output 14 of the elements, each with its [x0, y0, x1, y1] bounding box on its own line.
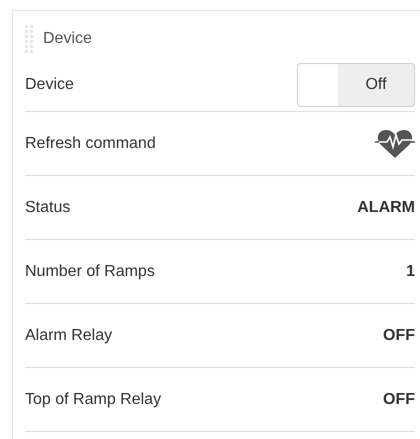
drag-handle-icon[interactable] — [25, 25, 33, 53]
row-label: Alarm Relay — [25, 326, 112, 344]
row-label: Refresh command — [25, 134, 156, 152]
row-value: ALARM — [357, 198, 415, 216]
row-label: Top of Ramp Relay — [25, 390, 162, 408]
row-label: Status — [25, 198, 70, 216]
toggle-switch[interactable]: Off — [297, 63, 415, 107]
row-label: Number of Ramps — [25, 262, 155, 280]
panel-title: Device — [43, 30, 92, 48]
row-value: 1 — [406, 262, 415, 280]
heartbeat-icon[interactable] — [375, 128, 415, 158]
row-label: Device — [25, 76, 74, 94]
row-value: OFF — [383, 326, 415, 344]
row-value: OFF — [383, 390, 415, 408]
